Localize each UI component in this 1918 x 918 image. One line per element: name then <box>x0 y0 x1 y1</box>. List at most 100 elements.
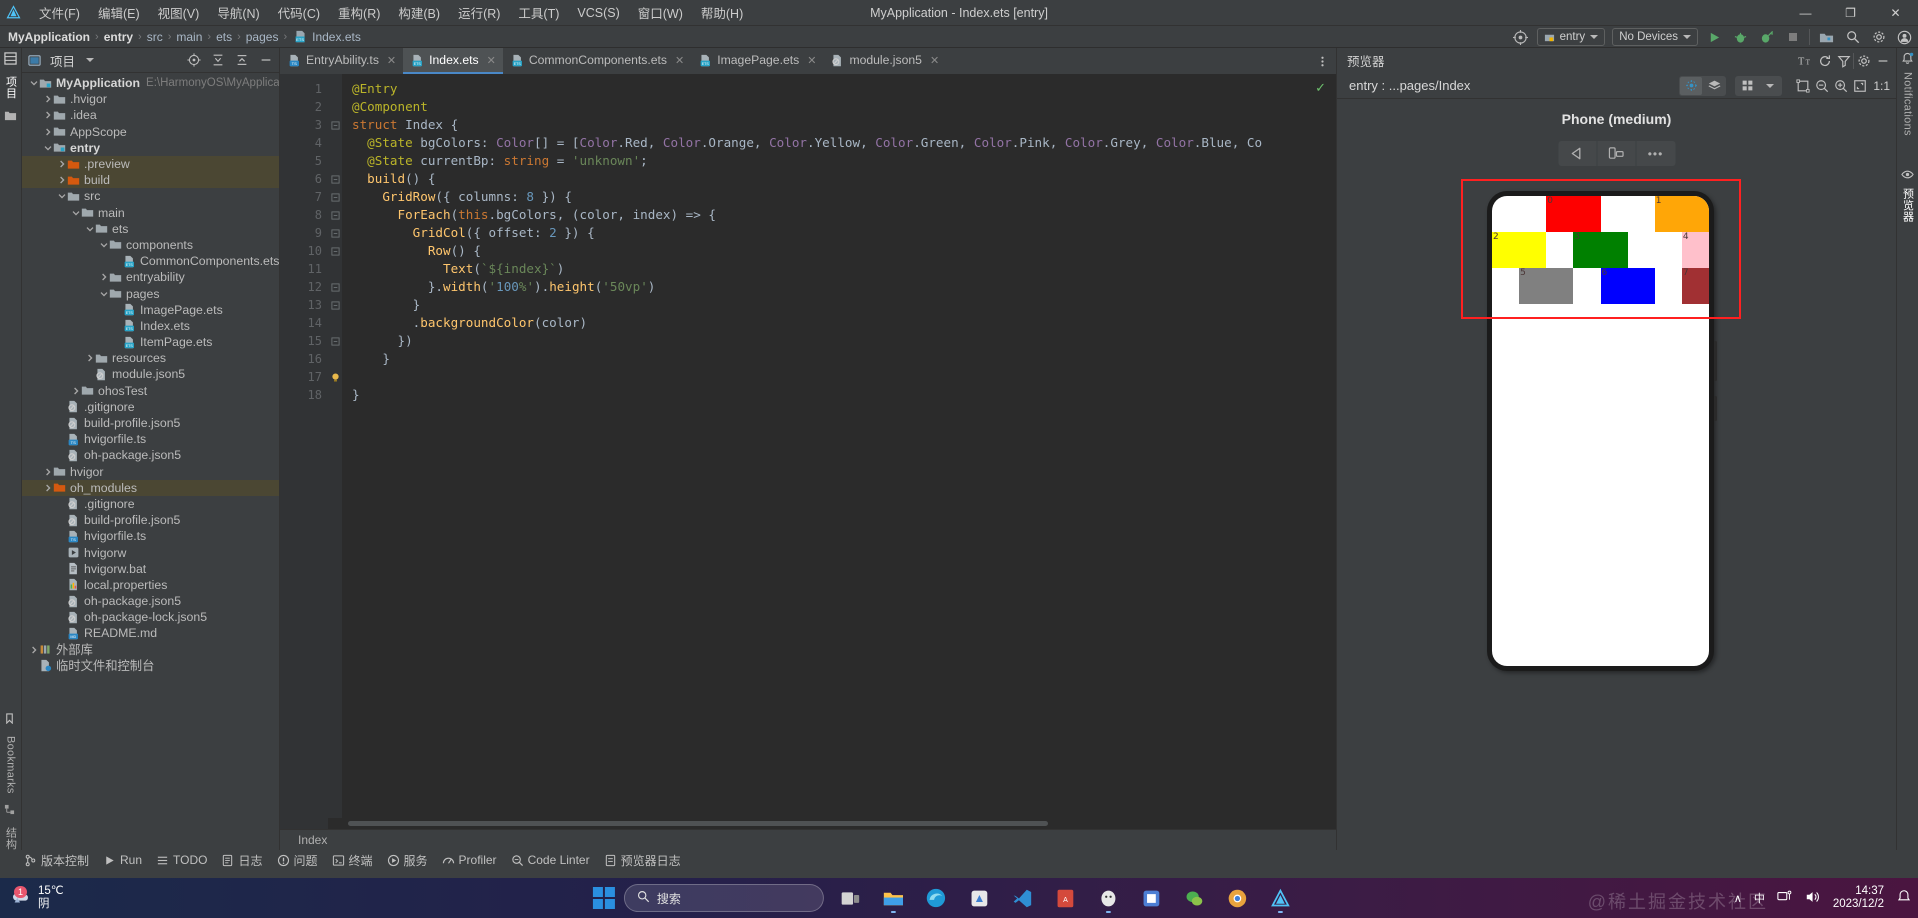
menu-view[interactable]: 视图(V) <box>149 0 209 25</box>
tree-item-pages[interactable]: pages <box>22 285 279 301</box>
ime-indicator[interactable]: 中 <box>1754 890 1765 906</box>
tree-expand-arrow[interactable] <box>42 142 53 153</box>
bookmarks-icon[interactable] <box>4 712 18 726</box>
menu-file[interactable]: 文件(F) <box>30 0 89 25</box>
edge-button[interactable] <box>919 881 953 915</box>
tree-item-local-properties[interactable]: local.properties <box>22 577 279 593</box>
zoom-out-icon[interactable] <box>1812 76 1831 95</box>
editor-tab-imagepage-ets[interactable]: ETS ImagePage.ets ✕ <box>691 48 823 74</box>
more-device-options-icon[interactable]: ••• <box>1636 141 1675 166</box>
tree-item-oh-package-json5[interactable]: oh-package.json5 <box>22 447 279 463</box>
tool-window-todo[interactable]: TODO <box>156 853 207 867</box>
close-icon[interactable]: ✕ <box>675 54 684 67</box>
tree-item-hvigorfile-ts[interactable]: TS hvigorfile.ts <box>22 528 279 544</box>
tree-item-itempage-ets[interactable]: ETS ItemPage.ets <box>22 334 279 350</box>
folder2-button[interactable] <box>1134 881 1168 915</box>
zoom-ratio-label[interactable]: 1:1 <box>1873 79 1890 93</box>
layers-mode-icon[interactable] <box>1703 77 1725 95</box>
filter-icon[interactable] <box>1834 51 1853 70</box>
chevron-down-icon[interactable] <box>86 58 95 62</box>
tree-item-components[interactable]: components <box>22 237 279 253</box>
target-icon[interactable] <box>1511 28 1530 47</box>
tool-window-profiler[interactable]: Profiler <box>442 853 497 867</box>
volume-icon[interactable] <box>1805 889 1821 908</box>
scrollbar-thumb[interactable] <box>348 821 1048 826</box>
code-folding-gutter[interactable] <box>328 74 342 829</box>
breadcrumb-ets[interactable]: ets <box>214 30 234 44</box>
editor-tab-actions[interactable] <box>1313 48 1332 74</box>
right-tool-strip[interactable]: Notifications 预览器 <box>1896 48 1918 850</box>
tree-item-readme-md[interactable]: MD README.md <box>22 625 279 641</box>
account-icon[interactable] <box>1895 28 1914 47</box>
qq-button[interactable] <box>1091 881 1125 915</box>
tree-item-oh-package-json5[interactable]: oh-package.json5 <box>22 593 279 609</box>
editor-tab-bar[interactable]: TS EntryAbility.ts ✕ ETS Index.ets ✕ ETS Common… <box>280 48 1336 74</box>
debug-button[interactable] <box>1731 28 1750 47</box>
tool-window-bar[interactable]: 版本控制 Run TODO 日志 问题 终端 服务 Profiler Code Linter 预览… <box>0 850 1918 870</box>
zoom-in-icon[interactable] <box>1831 76 1850 95</box>
horizontal-scrollbar[interactable] <box>328 818 1336 829</box>
fold-marker[interactable] <box>328 206 342 224</box>
left-tool-strip[interactable]: 项目 Bookmarks 结构 <box>0 48 22 850</box>
store-button[interactable] <box>962 881 996 915</box>
rotate-device-icon[interactable] <box>1597 141 1636 166</box>
tree-item-hvigorw[interactable]: hvigorw <box>22 544 279 560</box>
stop-button[interactable] <box>1783 28 1802 47</box>
network-icon[interactable] <box>1777 889 1793 908</box>
sidebar-item-bookmarks[interactable]: Bookmarks <box>5 736 17 794</box>
tool-window--[interactable]: 版本控制 <box>24 852 89 869</box>
code-content[interactable]: @Entry @Component struct Index { @State bg… <box>342 74 1336 829</box>
tree-expand-arrow[interactable] <box>28 78 39 89</box>
breadcrumb-src[interactable]: src <box>145 30 165 44</box>
tree-item--gitignore[interactable]: .gitignore <box>22 496 279 512</box>
menu-navigate[interactable]: 导航(N) <box>208 0 268 25</box>
close-icon[interactable]: ✕ <box>487 54 496 67</box>
tree-item--[interactable]: 临时文件和控制台 <box>22 658 279 674</box>
tree-item--hvigor[interactable]: .hvigor <box>22 91 279 107</box>
grid-layout-icon[interactable] <box>1736 77 1758 95</box>
project-structure-icon[interactable] <box>1817 28 1836 47</box>
tree-item-build-profile-json5[interactable]: build-profile.json5 <box>22 415 279 431</box>
gear-icon[interactable] <box>1869 28 1888 47</box>
tree-item-module-json5[interactable]: module.json5 <box>22 366 279 382</box>
sidebar-item-previewer[interactable]: 预览器 <box>1900 188 1916 222</box>
select-region-icon[interactable] <box>1793 76 1812 95</box>
tree-item-hvigorw-bat[interactable]: hvigorw.bat <box>22 561 279 577</box>
fold-marker[interactable] <box>328 368 342 386</box>
weather-widget[interactable]: 1 15℃ 阴 <box>0 885 64 911</box>
tray-chevron-icon[interactable]: ∧ <box>1734 892 1742 905</box>
back-arrow-icon[interactable] <box>1558 141 1597 166</box>
tree-item--idea[interactable]: .idea <box>22 107 279 123</box>
tree-expand-arrow[interactable] <box>98 288 109 299</box>
tree-expand-arrow[interactable] <box>42 482 53 493</box>
window-controls[interactable]: — ❐ ✕ <box>1783 0 1918 26</box>
tree-item-oh-package-lock-json5[interactable]: oh-package-lock.json5 <box>22 609 279 625</box>
notifications-icon[interactable] <box>1901 52 1915 66</box>
fold-marker[interactable] <box>328 188 342 206</box>
editor-tab-entryability-ts[interactable]: TS EntryAbility.ts ✕ <box>280 48 403 74</box>
expand-all-icon[interactable] <box>208 51 227 70</box>
pdf-button[interactable]: A <box>1048 881 1082 915</box>
wechat-button[interactable] <box>1177 881 1211 915</box>
tree-item-commoncomponents-ets[interactable]: ETS CommonComponents.ets <box>22 253 279 269</box>
folder-tool-icon[interactable] <box>4 109 18 123</box>
previewer-settings-icon[interactable] <box>1854 51 1873 70</box>
eye-icon[interactable] <box>1900 168 1915 182</box>
taskbar-clock[interactable]: 14:37 2023/12/2 <box>1833 885 1884 911</box>
layout-dropdown-icon[interactable] <box>1759 77 1781 95</box>
previewer-hide-icon[interactable] <box>1873 51 1892 70</box>
fit-screen-icon[interactable] <box>1850 76 1869 95</box>
breadcrumb-file[interactable]: Index.ets <box>310 30 363 44</box>
close-icon[interactable]: ✕ <box>387 54 396 67</box>
profile-button[interactable] <box>1757 28 1776 47</box>
tree-item-entry[interactable]: entry <box>22 140 279 156</box>
chrome-button[interactable] <box>1220 881 1254 915</box>
breadcrumb-main[interactable]: main <box>174 30 204 44</box>
tree-expand-arrow[interactable] <box>56 175 67 186</box>
tree-expand-arrow[interactable] <box>84 353 95 364</box>
device-control-bar[interactable]: ••• <box>1558 141 1675 166</box>
tree-expand-arrow[interactable] <box>84 223 95 234</box>
breadcrumb-entry[interactable]: entry <box>102 30 135 44</box>
windows-start-icon[interactable] <box>592 887 615 909</box>
inspection-status-icon[interactable]: ✓ <box>1315 80 1326 96</box>
